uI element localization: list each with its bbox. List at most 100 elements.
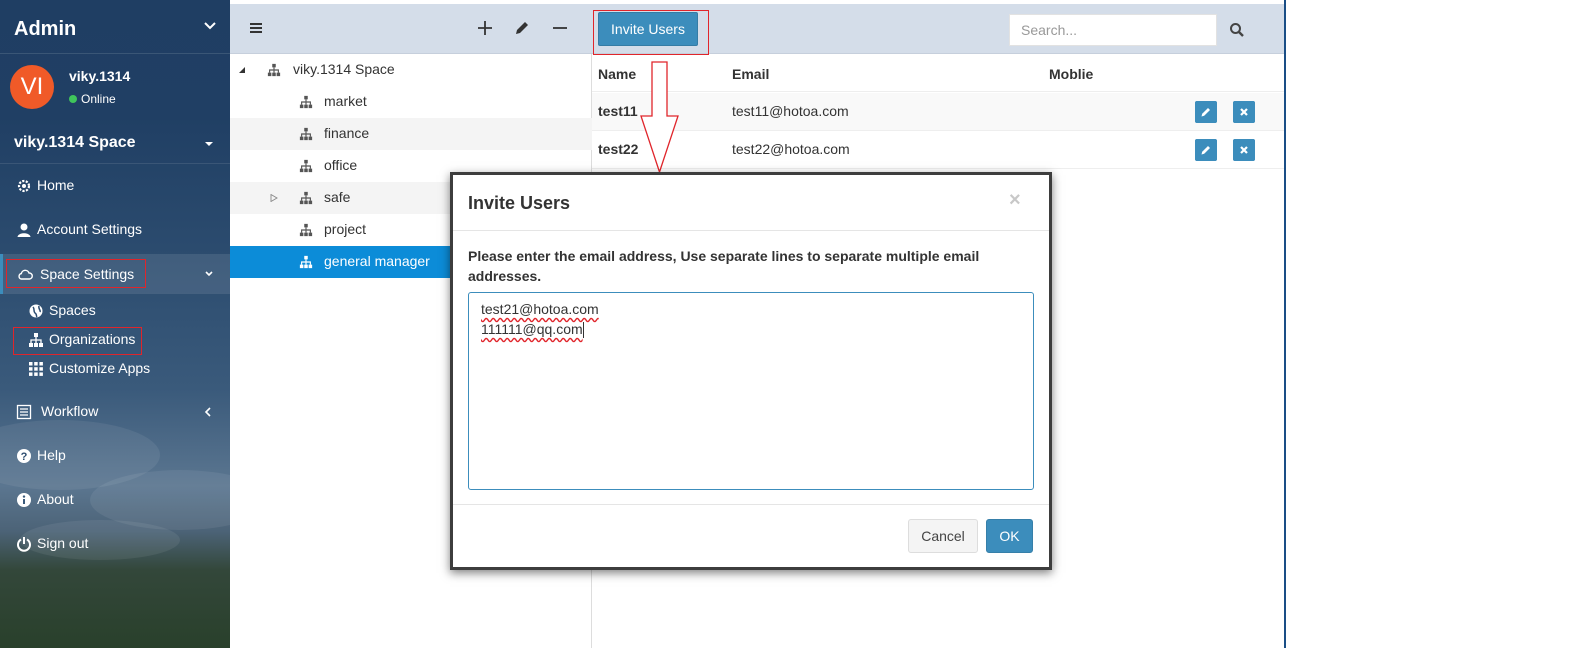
- grid-icon: [29, 362, 43, 376]
- sitemap-icon: [29, 333, 43, 347]
- menu-icon[interactable]: [246, 18, 266, 38]
- dialog-title: Invite Users: [468, 193, 571, 213]
- info-icon: [17, 493, 31, 507]
- cell-name: test22: [598, 141, 639, 157]
- annotation-arrow-icon: [640, 61, 679, 175]
- tree-node[interactable]: market: [230, 86, 592, 118]
- search-icon[interactable]: [1221, 14, 1253, 46]
- online-dot-icon: [69, 95, 77, 103]
- sidebar-item-home[interactable]: Home: [0, 168, 230, 204]
- sidebar-subitem-label: Spaces: [49, 302, 96, 318]
- email-textarea[interactable]: test21@hotoa.com 111111@qq.com: [468, 292, 1034, 490]
- table-row[interactable]: test11 test11@hotoa.com: [592, 93, 1284, 131]
- sidebar-subitem-label: Organizations: [49, 331, 136, 347]
- cell-email: test11@hotoa.com: [732, 103, 849, 119]
- sitemap-icon: [299, 255, 313, 269]
- sidebar-subitem-organizations[interactable]: Organizations: [0, 326, 230, 354]
- user-name: viky.1314: [69, 68, 131, 84]
- sitemap-icon: [299, 95, 313, 109]
- sidebar-item-help[interactable]: ? Help: [0, 438, 230, 474]
- sidebar-item-label: Help: [37, 447, 66, 463]
- sidebar-item-account-settings[interactable]: Account Settings: [0, 212, 230, 248]
- avatar: VI: [10, 65, 54, 109]
- sidebar-item-label: Sign out: [37, 535, 89, 551]
- blank-area: [1286, 0, 1585, 648]
- user-icon: [17, 223, 31, 237]
- column-header-name: Name: [598, 66, 637, 82]
- search-input[interactable]: Search...: [1009, 14, 1217, 46]
- sidebar-item-label: Home: [37, 177, 75, 193]
- chevron-left-icon: [204, 407, 211, 417]
- email-instructions: Please enter the email address, Use sepa…: [468, 248, 980, 284]
- text-caret: [582, 322, 584, 339]
- dialog-header: Invite Users ×: [453, 175, 1049, 231]
- space-selector-label: viky.1314 Space: [14, 134, 136, 151]
- remove-icon[interactable]: [550, 18, 570, 38]
- user-panel: VI viky.1314 Online: [0, 56, 230, 120]
- sidebar-item-about[interactable]: About: [0, 482, 230, 518]
- dialog-body: Please enter the email address, Use sepa…: [453, 232, 1049, 504]
- table-header: Name Email Moblie: [592, 56, 1284, 92]
- sitemap-icon: [299, 223, 313, 237]
- sitemap-icon: [299, 159, 313, 173]
- app-window: Admin VI viky.1314 Online viky.1314 Spac…: [0, 0, 1585, 648]
- tree-node-label: finance: [324, 125, 370, 141]
- invite-users-button[interactable]: Invite Users: [598, 12, 698, 46]
- cell-name: test11: [598, 103, 638, 119]
- collapsed-triangle-icon[interactable]: [270, 194, 278, 202]
- sidebar-subitem-spaces[interactable]: Spaces: [0, 297, 230, 325]
- sidebar-item-label: About: [37, 491, 74, 507]
- cancel-button[interactable]: Cancel: [908, 519, 978, 553]
- tree-node-label: project: [324, 221, 367, 237]
- pencil-icon[interactable]: [512, 18, 532, 38]
- table-row[interactable]: test22 test22@hotoa.com: [592, 131, 1284, 169]
- sidebar-subitem-customize-apps[interactable]: Customize Apps: [0, 355, 230, 383]
- list-icon: [16, 404, 32, 420]
- sidebar-item-label: Account Settings: [37, 221, 143, 237]
- space-selector[interactable]: viky.1314 Space: [0, 122, 230, 164]
- sidebar-header: Admin: [0, 4, 230, 54]
- column-header-mobile: Moblie: [1049, 66, 1094, 82]
- globe-icon: [29, 304, 43, 318]
- caret-down-icon: [205, 142, 213, 146]
- tree-toolbar: [230, 4, 592, 54]
- app-title: Admin: [14, 18, 77, 40]
- chevron-down-icon: [205, 271, 213, 277]
- gear-icon: [17, 179, 31, 193]
- user-status: Online: [69, 92, 116, 106]
- sidebar-item-space-settings[interactable]: Space Settings: [0, 254, 230, 294]
- sitemap-icon: [299, 127, 313, 141]
- question-icon: ?: [17, 449, 31, 463]
- cell-email: test22@hotoa.com: [732, 141, 850, 157]
- tree-node-label: office: [324, 157, 358, 173]
- cloud-icon: [18, 269, 33, 280]
- sitemap-icon: [267, 63, 281, 77]
- email-line: 111111@qq.com: [481, 321, 583, 337]
- edit-icon[interactable]: [1195, 139, 1217, 161]
- ok-button[interactable]: OK: [986, 519, 1033, 553]
- tree-node-label: market: [324, 93, 367, 109]
- tree-node-root[interactable]: viky.1314 Space: [230, 54, 592, 86]
- sitemap-icon: [299, 191, 313, 205]
- sidebar-item-sign-out[interactable]: Sign out: [0, 526, 230, 562]
- tree-node-label: safe: [324, 189, 351, 205]
- sidebar-item-label: Workflow: [41, 403, 99, 419]
- power-icon: [17, 537, 31, 552]
- tree-node-label: general manager: [324, 253, 430, 269]
- add-icon[interactable]: [475, 18, 495, 38]
- sidebar-subitem-label: Customize Apps: [49, 360, 151, 376]
- column-header-email: Email: [732, 66, 770, 82]
- expanded-triangle-icon[interactable]: [238, 66, 246, 74]
- tree-node[interactable]: finance: [230, 118, 592, 150]
- dialog-footer: Cancel OK: [453, 504, 1049, 567]
- close-icon[interactable]: ×: [1009, 189, 1021, 212]
- chevron-down-icon[interactable]: [202, 18, 218, 34]
- users-toolbar: Invite Users Search...: [592, 4, 1284, 54]
- delete-icon[interactable]: [1233, 139, 1255, 161]
- delete-icon[interactable]: [1233, 101, 1255, 123]
- edit-icon[interactable]: [1195, 101, 1217, 123]
- email-line: test21@hotoa.com: [481, 301, 599, 317]
- user-status-text: Online: [81, 92, 116, 106]
- sidebar-item-workflow[interactable]: Workflow: [0, 394, 230, 430]
- svg-text:?: ?: [21, 451, 28, 463]
